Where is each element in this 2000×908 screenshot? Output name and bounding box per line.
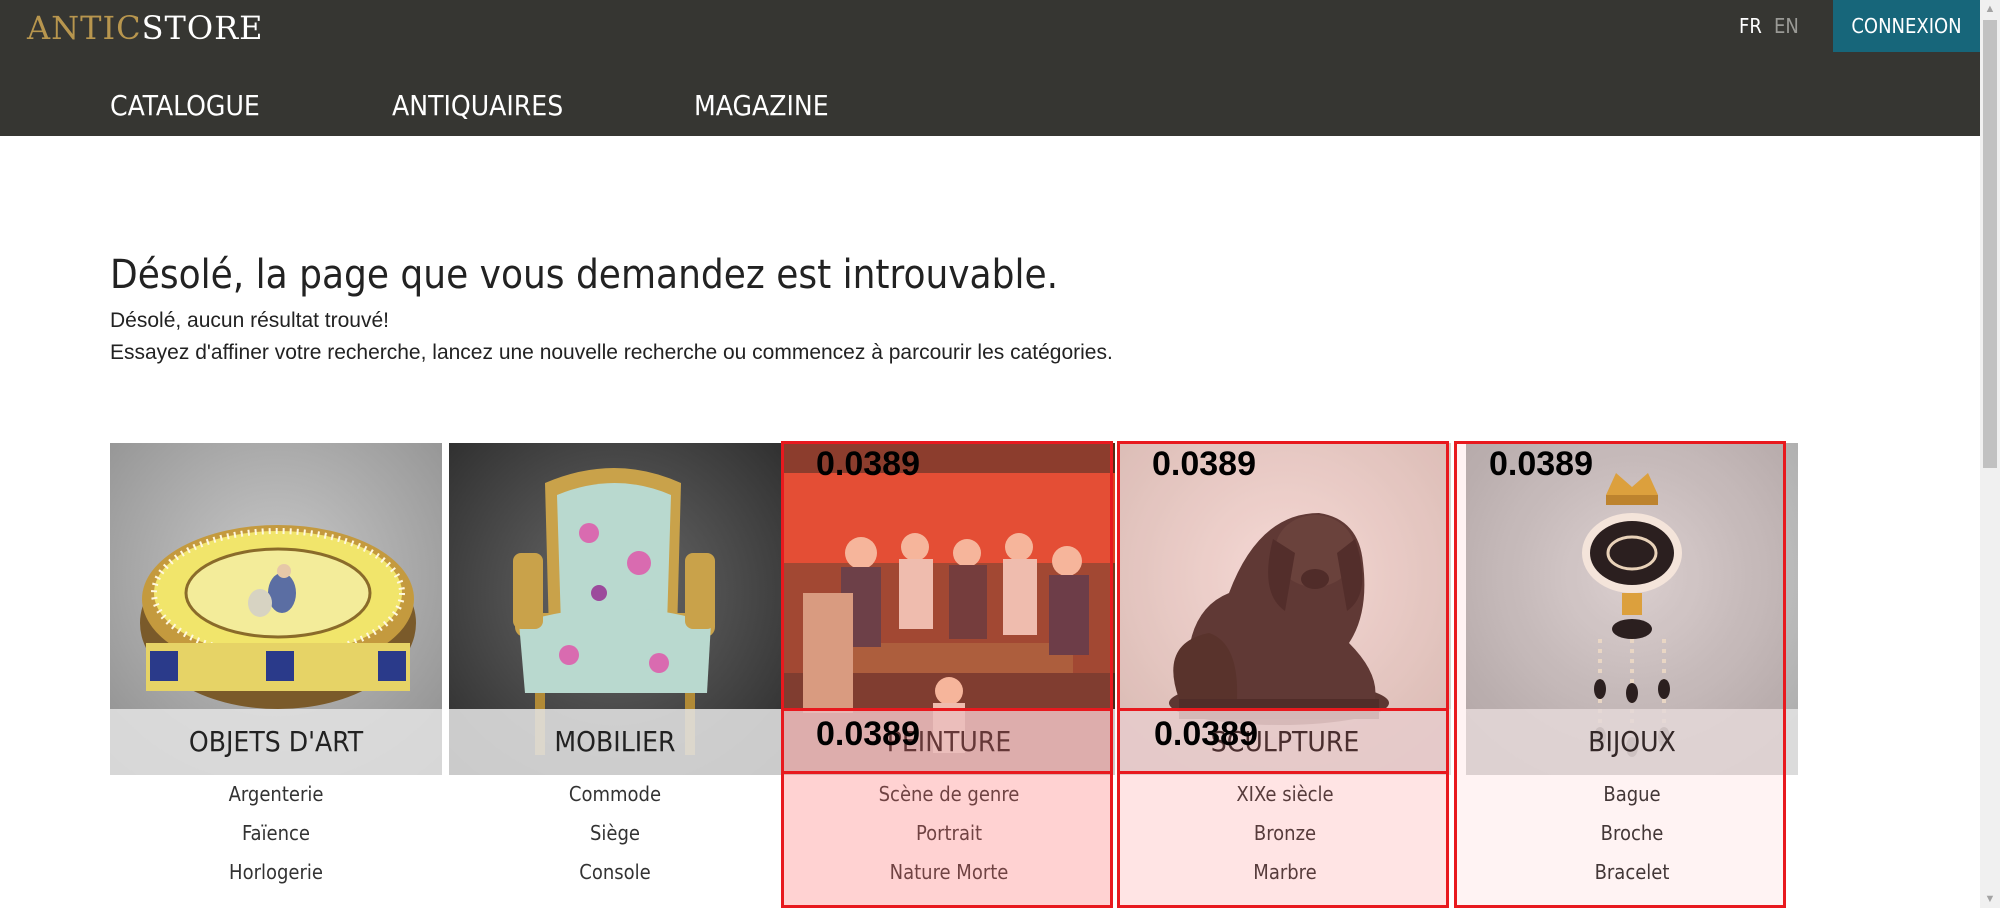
category-title[interactable]: PEINTURE bbox=[783, 709, 1115, 775]
no-results-message: Désolé, aucun résultat trouvé! bbox=[110, 309, 389, 332]
language-en-link[interactable]: EN bbox=[1774, 13, 1799, 39]
category-card-objets-dart[interactable]: OBJETS D'ART Argenterie Faïence Horloger… bbox=[110, 443, 442, 908]
subcategory-list: Bague Broche Bracelet bbox=[1466, 775, 1798, 892]
subcategory-link[interactable]: Siège bbox=[449, 814, 781, 853]
subcategory-link[interactable]: Argenterie bbox=[110, 775, 442, 814]
subcategory-list: Argenterie Faïence Horlogerie bbox=[110, 775, 442, 892]
category-title[interactable]: OBJETS D'ART bbox=[110, 709, 442, 775]
scrollbar-thumb[interactable] bbox=[1983, 20, 1997, 468]
scroll-down-arrow-icon[interactable]: ▼ bbox=[1980, 890, 2000, 908]
category-card-sculpture[interactable]: SCULPTURE XIXe siècle Bronze Marbre bbox=[1119, 443, 1451, 908]
site-logo[interactable]: ANTICSTORE bbox=[27, 6, 264, 50]
category-card-mobilier[interactable]: MOBILIER Commode Siège Console bbox=[449, 443, 781, 908]
nav-antiquaires[interactable]: ANTIQUAIRES bbox=[392, 86, 563, 126]
logo-part-store: STORE bbox=[141, 9, 264, 47]
subcategory-list: XIXe siècle Bronze Marbre bbox=[1119, 775, 1451, 892]
subcategory-link[interactable]: Nature Morte bbox=[783, 853, 1115, 892]
category-title[interactable]: BIJOUX bbox=[1466, 709, 1798, 775]
subcategory-link[interactable]: Scène de genre bbox=[783, 775, 1115, 814]
subcategory-list: Scène de genre Portrait Nature Morte bbox=[783, 775, 1115, 892]
subcategory-link[interactable]: Bague bbox=[1466, 775, 1798, 814]
login-button[interactable]: CONNEXION bbox=[1833, 0, 1980, 52]
subcategory-link[interactable]: Broche bbox=[1466, 814, 1798, 853]
subcategory-link[interactable]: Horlogerie bbox=[110, 853, 442, 892]
category-title[interactable]: SCULPTURE bbox=[1119, 709, 1451, 775]
subcategory-link[interactable]: Portrait bbox=[783, 814, 1115, 853]
category-card-peinture[interactable]: PEINTURE Scène de genre Portrait Nature … bbox=[783, 443, 1115, 908]
subcategory-link[interactable]: Bracelet bbox=[1466, 853, 1798, 892]
page-title: Désolé, la page que vous demandez est in… bbox=[110, 252, 1059, 298]
logo-part-antic: ANTIC bbox=[27, 9, 142, 47]
subcategory-link[interactable]: Commode bbox=[449, 775, 781, 814]
subcategory-link[interactable]: Faïence bbox=[110, 814, 442, 853]
subcategory-link[interactable]: Bronze bbox=[1119, 814, 1451, 853]
language-fr-link[interactable]: FR bbox=[1739, 13, 1762, 39]
category-title[interactable]: MOBILIER bbox=[449, 709, 781, 775]
subcategory-link[interactable]: XIXe siècle bbox=[1119, 775, 1451, 814]
search-help-message: Essayez d'affiner votre recherche, lance… bbox=[110, 341, 1113, 364]
nav-catalogue[interactable]: CATALOGUE bbox=[110, 86, 260, 126]
page-scrollbar[interactable]: ▲ ▼ bbox=[1980, 0, 2000, 908]
subcategory-link[interactable]: Console bbox=[449, 853, 781, 892]
nav-magazine[interactable]: MAGAZINE bbox=[694, 86, 829, 126]
subcategory-link[interactable]: Marbre bbox=[1119, 853, 1451, 892]
top-header: ANTICSTORE FR EN CONNEXION CATALOGUE ANT… bbox=[0, 0, 1980, 136]
scroll-up-arrow-icon[interactable]: ▲ bbox=[1980, 0, 2000, 18]
subcategory-list: Commode Siège Console bbox=[449, 775, 781, 892]
category-card-bijoux[interactable]: BIJOUX Bague Broche Bracelet bbox=[1466, 443, 1798, 908]
